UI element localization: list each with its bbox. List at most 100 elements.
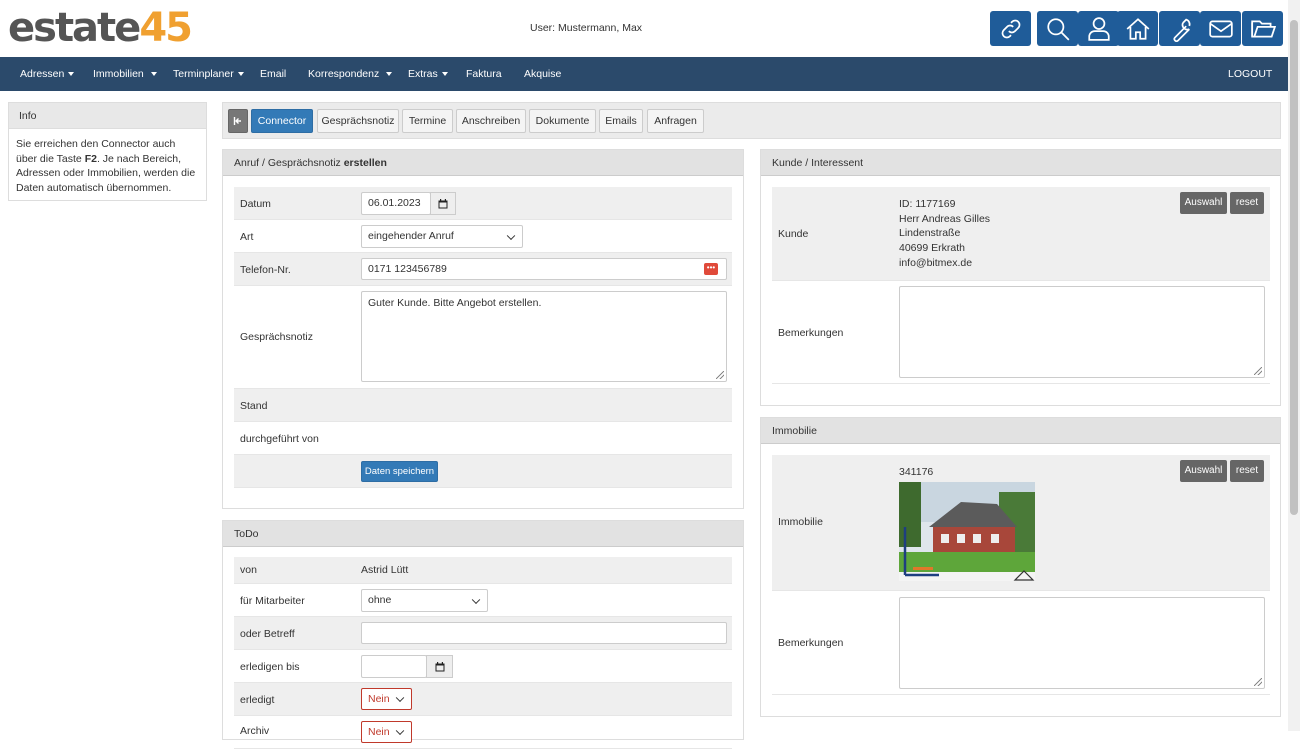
collapse-left-icon — [233, 117, 241, 125]
logout-link[interactable]: LOGOUT — [1228, 57, 1272, 91]
kunde-auswahl-button[interactable]: Auswahl — [1180, 192, 1227, 214]
house-photo-image — [899, 482, 1035, 581]
scrollbar-thumb[interactable] — [1290, 20, 1298, 515]
current-user-label: User: Mustermann, Max — [530, 22, 643, 34]
notiz-textarea[interactable]: Guter Kunde. Bitte Angebot erstellen. — [361, 291, 727, 382]
anruf-panel: Anruf / Gesprächsnotiz erstellen Datum 0… — [222, 149, 744, 509]
tab-dokumente[interactable]: Dokumente — [529, 109, 596, 133]
resize-grip-icon[interactable] — [716, 371, 724, 379]
nav-korrespondenz[interactable]: Korrespondenz — [308, 57, 393, 91]
tab-emails[interactable]: Emails — [599, 109, 643, 133]
kunde-row: Kunde ID: 1177169 Herr Andreas Gilles Li… — [772, 187, 1270, 281]
home-button[interactable] — [1117, 11, 1158, 46]
save-button[interactable]: Daten speichern — [361, 461, 438, 482]
nav-immobilien[interactable]: Immobilien — [93, 57, 157, 91]
immobilie-panel: Immobilie Immobilie 341176 Auswahl reset… — [760, 417, 1281, 717]
kunde-city: 40699 Erkrath — [899, 242, 965, 255]
telefon-row: Telefon-Nr. 0171 123456789 ••• — [234, 253, 732, 286]
von-row: von Astrid Lütt — [234, 557, 732, 584]
wrench-icon — [1173, 18, 1190, 42]
art-select[interactable]: eingehender Anruf — [361, 225, 523, 248]
resize-grip-icon[interactable] — [1254, 367, 1262, 375]
notiz-row: Gesprächsnotiz Guter Kunde. Bitte Angebo… — [234, 286, 732, 389]
kunde-details: ID: 1177169 Herr Andreas Gilles Lindenst… — [899, 197, 990, 271]
kunde-panel: Kunde / Interessent Kunde ID: 1177169 He… — [760, 149, 1281, 406]
calendar-icon — [435, 661, 444, 671]
immobilie-auswahl-button[interactable]: Auswahl — [1180, 460, 1227, 482]
home-icon — [1126, 17, 1149, 40]
immobilie-panel-title: Immobilie — [761, 418, 1280, 444]
stand-row: Stand — [234, 389, 732, 422]
telefon-input[interactable]: 0171 123456789 ••• — [361, 258, 727, 280]
archiv-select[interactable]: Nein — [361, 721, 412, 743]
user-button[interactable] — [1078, 11, 1119, 46]
chevron-down-icon — [471, 595, 481, 604]
kunde-id: ID: 1177169 — [899, 198, 956, 210]
kunde-bemerkungen-row: Bemerkungen — [772, 281, 1270, 384]
mitarbeiter-row: für Mitarbeiter ohne — [234, 584, 732, 617]
datum-calendar-button[interactable] — [430, 192, 456, 215]
kunde-name: Herr Andreas Gilles — [899, 212, 991, 225]
tab-connector[interactable]: Connector — [251, 109, 313, 133]
link-button[interactable] — [990, 11, 1031, 46]
search-icon — [1046, 17, 1069, 40]
kunde-email: info@bitmex.de — [899, 256, 973, 269]
archiv-row: Archiv Nein — [234, 716, 732, 749]
immobilie-row: Immobilie 341176 Auswahl reset — [772, 455, 1270, 591]
app-header: estate45 User: Mustermann, Max — [0, 0, 1288, 57]
erledigt-select[interactable]: Nein — [361, 688, 412, 710]
datum-row: Datum 06.01.2023 — [234, 187, 732, 220]
property-photo[interactable] — [899, 482, 1035, 581]
immobilie-reset-button[interactable]: reset — [1230, 460, 1264, 482]
kunde-street: Lindenstraße — [899, 227, 961, 240]
save-row: Daten speichern — [234, 455, 732, 488]
folder-button[interactable] — [1242, 11, 1283, 46]
immobilie-bemerkungen-textarea[interactable] — [899, 597, 1265, 689]
main-navbar: Adressen Immobilien Terminplaner Email K… — [0, 57, 1288, 91]
chevron-down-icon — [395, 693, 405, 703]
info-panel-text: Sie erreichen den Connector auch über di… — [16, 138, 196, 194]
collapse-sidebar-button[interactable] — [228, 109, 248, 133]
durchgefuehrt-row: durchgeführt von — [234, 422, 732, 455]
erledigt-row: erledigt Nein — [234, 683, 732, 716]
mitarbeiter-select[interactable]: ohne — [361, 589, 488, 612]
search-button[interactable] — [1037, 11, 1078, 46]
kunde-panel-title: Kunde / Interessent — [761, 150, 1280, 176]
art-row: Art eingehender Anruf — [234, 220, 732, 253]
folder-icon — [1250, 20, 1276, 37]
info-panel: Info Sie erreichen den Connector auch üb… — [8, 102, 207, 201]
kunde-bemerkungen-textarea[interactable] — [899, 286, 1265, 378]
link-icon — [1001, 19, 1020, 38]
chevron-down-icon — [506, 231, 516, 240]
mail-button[interactable] — [1200, 11, 1241, 46]
tab-termine[interactable]: Termine — [402, 109, 453, 133]
erledigen-bis-row: erledigen bis — [234, 650, 732, 683]
nav-adressen[interactable]: Adressen — [20, 57, 75, 91]
erledigen-bis-calendar-button[interactable] — [426, 655, 453, 678]
immobilie-bemerkungen-row: Bemerkungen — [772, 591, 1270, 695]
todo-panel: ToDo von Astrid Lütt für Mitarbeiter ohn… — [222, 520, 744, 749]
nav-akquise[interactable]: Akquise — [524, 57, 561, 91]
phone-dots-icon[interactable]: ••• — [704, 263, 718, 275]
resize-grip-icon[interactable] — [1254, 678, 1262, 686]
tools-button[interactable] — [1159, 11, 1200, 46]
nav-faktura[interactable]: Faktura — [466, 57, 502, 91]
tab-anschreiben[interactable]: Anschreiben — [456, 109, 526, 133]
erledigen-bis-input[interactable] — [361, 655, 427, 678]
kunde-reset-button[interactable]: reset — [1230, 192, 1264, 214]
logo[interactable]: estate45 — [8, 6, 193, 50]
nav-extras[interactable]: Extras — [408, 57, 448, 91]
nav-email[interactable]: Email — [260, 57, 286, 91]
betreff-input[interactable] — [361, 622, 727, 644]
betreff-row: oder Betreff — [234, 617, 732, 650]
page-scrollbar[interactable] — [1288, 0, 1300, 731]
von-value: Astrid Lütt — [361, 564, 409, 576]
nav-terminplaner[interactable]: Terminplaner — [173, 57, 244, 91]
tab-gespraechsnotiz[interactable]: Gesprächsnotiz — [317, 109, 399, 133]
calendar-icon — [438, 198, 448, 208]
datum-input[interactable]: 06.01.2023 — [361, 192, 431, 215]
mail-icon — [1208, 20, 1233, 37]
todo-panel-title: ToDo — [223, 521, 743, 547]
tab-anfragen[interactable]: Anfragen — [647, 109, 704, 133]
tabs-bar: Connector Gesprächsnotiz Termine Anschre… — [222, 102, 1281, 139]
